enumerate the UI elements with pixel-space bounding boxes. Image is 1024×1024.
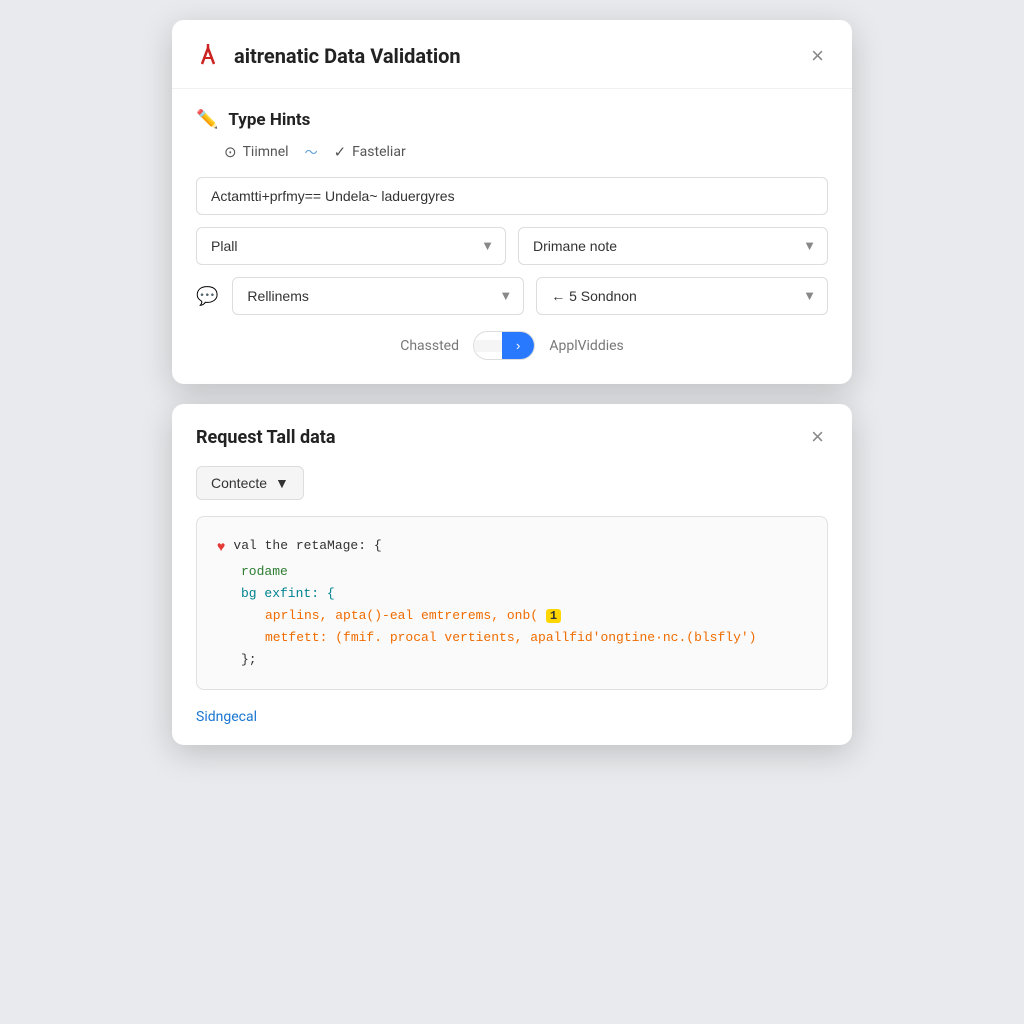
code-line-5: metfett: (fmif. procal vertients, apallf… <box>217 627 807 649</box>
brand-icon <box>192 40 224 72</box>
modal-header: aitrenatic Data Validation × <box>172 20 852 89</box>
modal2-body: Contecte ▼ ♥ val the retaMage: { rodame … <box>172 466 852 745</box>
dropdown2[interactable]: Drimane note Option 2 <box>518 227 828 265</box>
dropdown3-wrap: Rellinems Option 2 ▼ <box>232 277 524 315</box>
row-comment-icon: 💬 <box>196 286 218 307</box>
modal2-title: Request Tall data <box>196 427 336 448</box>
sub-item-tiimnel[interactable]: ⊙ Tiimnel <box>224 143 289 161</box>
data-validation-modal: aitrenatic Data Validation × ✏️ Type Hin… <box>172 20 852 384</box>
contecte-dropdown[interactable]: Contecte ▼ <box>196 466 304 500</box>
toggle-on-button[interactable]: › <box>502 332 534 359</box>
contecte-label: Contecte <box>211 475 267 491</box>
dropdown3[interactable]: Rellinems Option 2 <box>232 277 524 315</box>
code-line-3: bg exfint: { <box>217 583 807 605</box>
toggle-off-button[interactable] <box>474 340 502 352</box>
code-block: ♥ val the retaMage: { rodame bg exfint: … <box>196 516 828 690</box>
code-closing: }; <box>241 652 257 667</box>
contecte-arrow-icon: ▼ <box>275 475 289 491</box>
divider-icon: 〜 <box>305 142 318 161</box>
sub-items-row: ⊙ Tiimnel 〜 ✓ Fasteliar <box>224 142 828 161</box>
code-val: val the retaMage: { <box>233 538 381 553</box>
dropdown4-wrap: ← 5 Sondnon Option 2 ▼ <box>536 277 828 315</box>
dropdown1-wrap: Plall Option 2 ▼ <box>196 227 506 265</box>
section-header: ✏️ Type Hints <box>196 109 828 130</box>
toggle-row: Chassted › ApplViddies <box>196 331 828 360</box>
code-line-1: ♥ val the retaMage: { <box>217 535 807 561</box>
sub-item-fasteliar[interactable]: ✓ Fasteliar <box>334 143 406 161</box>
main-input[interactable] <box>196 177 828 215</box>
dropdown1[interactable]: Plall Option 2 <box>196 227 506 265</box>
modal-body: ✏️ Type Hints ⊙ Tiimnel 〜 ✓ Fasteliar Pl… <box>172 89 852 384</box>
code-line-4: aprlins, apta()-eal emtrerems, onb( 1 <box>217 605 807 627</box>
code-badge: 1 <box>546 609 561 623</box>
code-line-2: rodame <box>217 561 807 583</box>
code-text-1: val the retaMage: { <box>233 535 381 557</box>
dropdown4[interactable]: ← 5 Sondnon Option 2 <box>536 277 828 315</box>
section-title: Type Hints <box>228 110 310 130</box>
apply-label: ApplViddies <box>549 338 623 354</box>
fasteliar-icon: ✓ <box>334 143 347 161</box>
code-aprlins: aprlins, apta()-eal emtrerems, onb( <box>265 608 546 623</box>
tiimnel-icon: ⊙ <box>224 143 237 161</box>
request-data-modal: Request Tall data × Contecte ▼ ♥ val the… <box>172 404 852 745</box>
dropdown2-wrap: Drimane note Option 2 ▼ <box>518 227 828 265</box>
first-dropdowns-row: Plall Option 2 ▼ Drimane note Option 2 ▼ <box>196 227 828 265</box>
heart-icon: ♥ <box>217 537 225 561</box>
code-line-6: }; <box>217 649 807 671</box>
fasteliar-label: Fasteliar <box>352 144 406 160</box>
modal-close-button[interactable]: × <box>807 41 828 71</box>
code-bg-exfint: bg exfint: { <box>241 586 335 601</box>
sidngecal-link[interactable]: Sidngecal <box>196 709 257 725</box>
toggle-off-label: Chassted <box>400 338 459 354</box>
toggle-container[interactable]: › <box>473 331 535 360</box>
code-metfett: metfett: (fmif. procal vertients, apallf… <box>265 630 756 645</box>
section-icon: ✏️ <box>196 109 218 130</box>
code-rodame: rodame <box>241 564 288 579</box>
second-dropdowns-row: 💬 Rellinems Option 2 ▼ ← 5 Sondnon Optio… <box>196 277 828 315</box>
modal2-header: Request Tall data × <box>172 404 852 466</box>
modal2-close-button[interactable]: × <box>807 422 828 452</box>
tiimnel-label: Tiimnel <box>243 144 289 160</box>
modal-title-row: aitrenatic Data Validation <box>192 40 461 72</box>
modal-title: aitrenatic Data Validation <box>234 44 461 68</box>
